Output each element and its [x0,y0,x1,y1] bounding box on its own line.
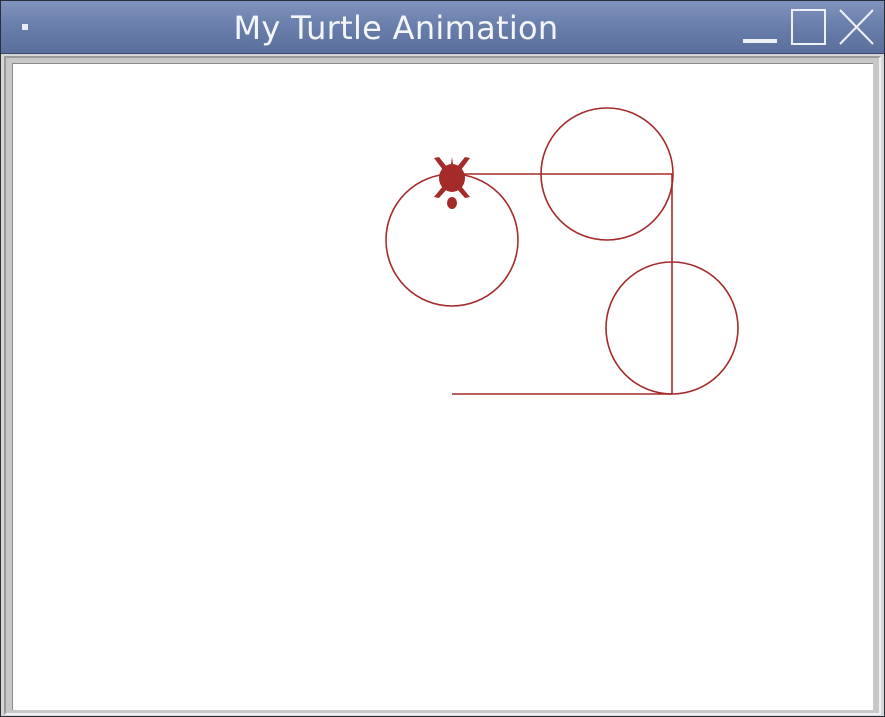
maximize-icon [791,9,826,45]
close-icon [839,9,874,45]
app-window: My Turtle Animation [0,0,885,717]
trail-circle-left [385,173,519,307]
title-bar[interactable]: My Turtle Animation [1,1,884,54]
close-button[interactable] [837,7,875,47]
turtle-tail [451,157,453,164]
turtle-leg-front-left [434,186,447,198]
turtle-icon [434,157,470,209]
window-client-area [4,56,881,715]
turtle-leg-back-right [457,157,470,170]
window-title: My Turtle Animation [233,9,559,47]
turtle-canvas[interactable] [12,63,873,710]
minimize-icon [743,39,777,43]
minimize-button[interactable] [741,7,779,47]
maximize-button[interactable] [789,7,827,47]
turtle-leg-front-right [457,186,470,198]
turtle-leg-back-left [434,157,447,170]
turtle-head [447,197,457,209]
turtle-drawing [385,107,739,395]
